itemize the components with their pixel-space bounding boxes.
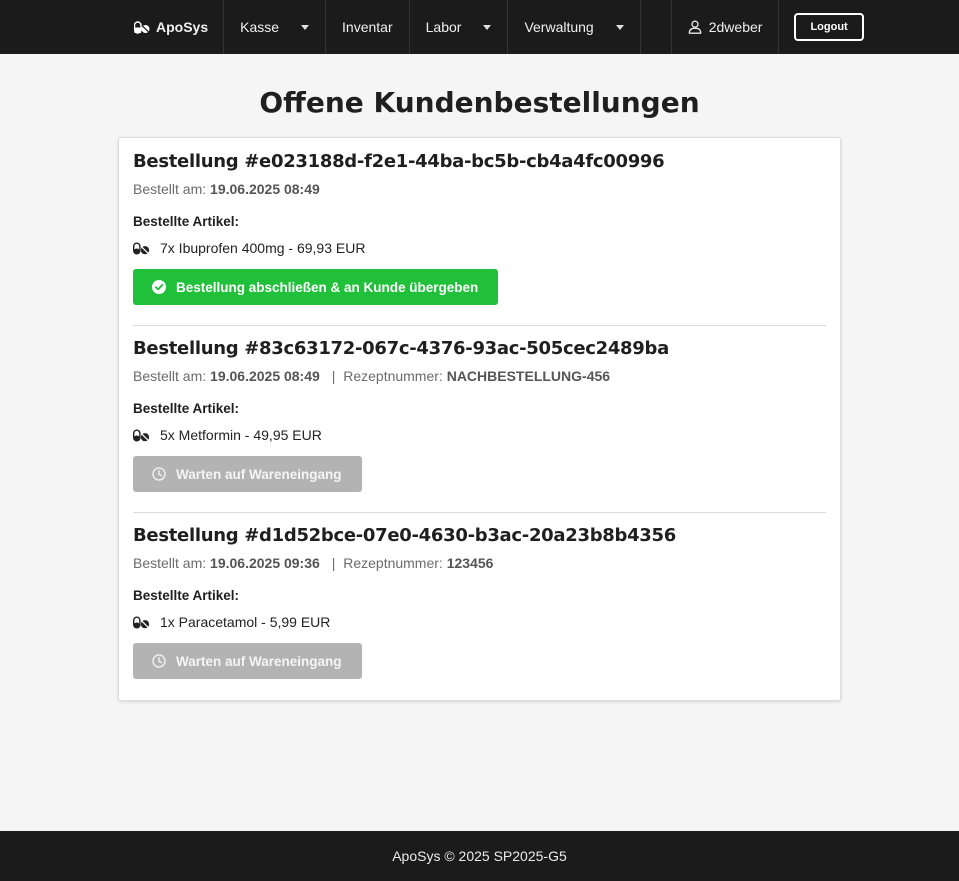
- order-meta: Bestellt am: 19.06.2025 09:36 | Rezeptnu…: [133, 555, 826, 571]
- waiting-button: Warten auf Wareneingang: [133, 456, 362, 492]
- item-text: 5x Metformin - 49,95 EUR: [160, 427, 322, 443]
- order-card: Bestellung #83c63172-067c-4376-93ac-505c…: [133, 326, 826, 513]
- order-meta: Bestellt am: 19.06.2025 08:49 | Rezeptnu…: [133, 368, 826, 384]
- footer: ApoSys © 2025 SP2025-G5: [0, 831, 959, 881]
- separator: |: [331, 368, 336, 384]
- prescription-label: Rezeptnummer:: [343, 555, 443, 571]
- orders-card: Bestellung #e023188d-f2e1-44ba-bc5b-cb4a…: [118, 137, 841, 701]
- item-text: 1x Paracetamol - 5,99 EUR: [160, 614, 331, 630]
- ordered-at-label: Bestellt am:: [133, 181, 207, 197]
- pills-icon: [133, 242, 150, 255]
- item-text: 7x Ibuprofen 400mg - 69,93 EUR: [160, 240, 366, 256]
- button-label: Warten auf Wareneingang: [176, 653, 342, 669]
- ordered-at-value: 19.06.2025 08:49: [210, 368, 320, 384]
- pills-icon: [133, 616, 150, 629]
- caret-down-icon: [483, 24, 492, 30]
- ordered-at-value: 19.06.2025 08:49: [210, 181, 320, 197]
- nav-item-label: Kasse: [240, 19, 280, 35]
- nav-item-label: Inventar: [342, 19, 393, 35]
- username: 2dweber: [708, 19, 763, 35]
- nav-item-verwaltung[interactable]: Verwaltung: [508, 0, 641, 54]
- prescription-value: NACHBESTELLUNG-456: [446, 368, 611, 384]
- logout-button[interactable]: Logout: [794, 13, 864, 41]
- nav-item-labor[interactable]: Labor: [410, 0, 509, 54]
- ordered-at-label: Bestellt am:: [133, 555, 207, 571]
- logout-wrap: Logout: [779, 0, 878, 54]
- check-circle-icon: [152, 280, 166, 294]
- waiting-button: Warten auf Wareneingang: [133, 643, 362, 679]
- brand-name: ApoSys: [156, 19, 209, 35]
- order-card: Bestellung #e023188d-f2e1-44ba-bc5b-cb4a…: [133, 138, 826, 326]
- list-item: 7x Ibuprofen 400mg - 69,93 EUR: [133, 240, 826, 256]
- pills-icon: [134, 20, 150, 34]
- clock-icon: [152, 467, 166, 481]
- ordered-at-value: 19.06.2025 09:36: [210, 555, 320, 571]
- button-label: Warten auf Wareneingang: [176, 466, 342, 482]
- nav-item-label: Verwaltung: [524, 19, 594, 35]
- nav-item-kasse[interactable]: Kasse: [224, 0, 327, 54]
- clock-icon: [152, 654, 166, 668]
- items-heading: Bestellte Artikel:: [133, 401, 240, 416]
- order-title: Bestellung #83c63172-067c-4376-93ac-505c…: [133, 338, 669, 359]
- complete-order-button[interactable]: Bestellung abschließen & an Kunde überge…: [133, 269, 499, 305]
- items-heading: Bestellte Artikel:: [133, 588, 240, 603]
- prescription-value: 123456: [446, 555, 494, 571]
- user-menu[interactable]: 2dweber: [672, 0, 780, 54]
- nav-inner: ApoSys Kasse Inventar Labor Verwaltung 2: [118, 0, 879, 54]
- order-card: Bestellung #d1d52bce-07e0-4630-b3ac-20a2…: [133, 513, 826, 699]
- pills-icon: [133, 429, 150, 442]
- list-item: 1x Paracetamol - 5,99 EUR: [133, 614, 826, 630]
- brand-link[interactable]: ApoSys: [118, 0, 225, 54]
- prescription-label: Rezeptnummer:: [343, 368, 443, 384]
- top-navbar: ApoSys Kasse Inventar Labor Verwaltung 2: [0, 0, 959, 54]
- user-icon: [688, 20, 702, 34]
- page-title: Offene Kundenbestellungen: [259, 86, 700, 119]
- separator: |: [331, 555, 336, 571]
- items-heading: Bestellte Artikel:: [133, 214, 240, 229]
- nav-item-label: Labor: [425, 19, 462, 35]
- caret-down-icon: [615, 24, 624, 30]
- nav-item-inventar[interactable]: Inventar: [326, 0, 410, 54]
- list-item: 5x Metformin - 49,95 EUR: [133, 427, 826, 443]
- footer-text: ApoSys © 2025 SP2025-G5: [392, 848, 567, 864]
- nav-divider: [641, 0, 672, 54]
- caret-down-icon: [301, 24, 310, 30]
- order-meta: Bestellt am: 19.06.2025 08:49: [133, 181, 826, 197]
- button-label: Bestellung abschließen & an Kunde überge…: [176, 279, 479, 295]
- ordered-at-label: Bestellt am:: [133, 368, 207, 384]
- order-title: Bestellung #e023188d-f2e1-44ba-bc5b-cb4a…: [133, 151, 665, 172]
- order-title: Bestellung #d1d52bce-07e0-4630-b3ac-20a2…: [133, 525, 676, 546]
